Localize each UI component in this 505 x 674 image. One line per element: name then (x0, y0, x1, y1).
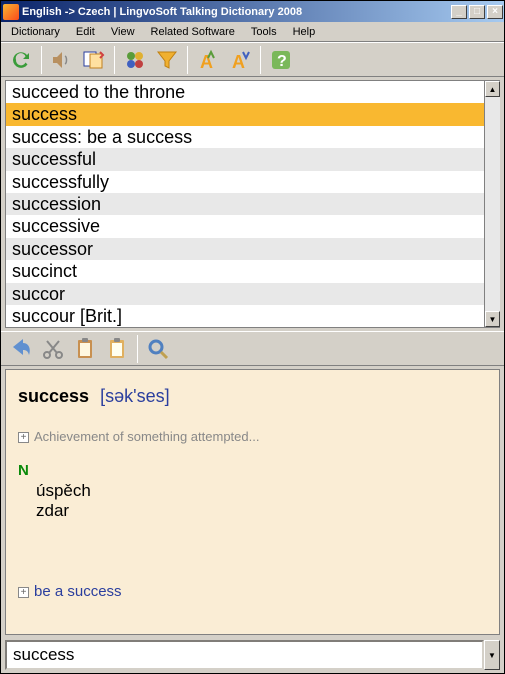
word-list-item[interactable]: succor (6, 283, 484, 305)
font-up-icon: A (196, 48, 220, 72)
search-button[interactable] (142, 334, 174, 364)
search-area: ▼ (5, 640, 500, 670)
word-list: succeed to the thronesuccesssuccess: be … (5, 80, 500, 328)
cut-button[interactable] (37, 334, 69, 364)
word-list-item[interactable]: successful (6, 148, 484, 170)
phonetic: [sək'ses] (100, 386, 169, 406)
word-list-item[interactable]: succession (6, 193, 484, 215)
maximize-button[interactable]: □ (469, 5, 485, 19)
back-arrow-icon (9, 337, 33, 361)
refresh-icon (9, 48, 33, 72)
close-button[interactable]: × (487, 5, 503, 19)
translate-button[interactable] (78, 45, 110, 75)
word-list-item[interactable]: succeed to the throne (6, 81, 484, 103)
toolbar-divider (41, 46, 42, 74)
detail-toolbar (1, 331, 504, 366)
menu-related-software[interactable]: Related Software (143, 24, 243, 40)
funnel-icon (155, 48, 179, 72)
word-list-item[interactable]: success (6, 103, 484, 125)
translate-icon (82, 48, 106, 72)
headword: success (18, 386, 89, 406)
paste-button[interactable] (101, 334, 133, 364)
speak-button[interactable] (46, 45, 78, 75)
search-icon (146, 337, 170, 361)
translation: zdar (36, 501, 487, 521)
filter-button[interactable] (151, 45, 183, 75)
font-decrease-button[interactable]: A (224, 45, 256, 75)
toolbar-divider (137, 335, 138, 363)
help-icon: ? (269, 48, 293, 72)
toolbar-divider (187, 46, 188, 74)
menu-help[interactable]: Help (285, 24, 324, 40)
word-list-item[interactable]: succinct (6, 260, 484, 282)
word-list-item[interactable]: successfully (6, 171, 484, 193)
search-dropdown-button[interactable]: ▼ (484, 640, 500, 670)
word-list-scrollbar[interactable]: ▲ ▼ (484, 81, 500, 327)
minimize-button[interactable]: _ (451, 5, 467, 19)
refresh-button[interactable] (5, 45, 37, 75)
word-list-item[interactable]: successive (6, 215, 484, 237)
word-list-items: succeed to the thronesuccesssuccess: be … (6, 81, 484, 327)
word-list-item[interactable]: successor (6, 238, 484, 260)
toolbar-divider (114, 46, 115, 74)
menu-dictionary[interactable]: Dictionary (3, 24, 68, 40)
scroll-track[interactable] (485, 97, 500, 311)
search-input[interactable] (5, 640, 484, 670)
menubar: Dictionary Edit View Related Software To… (1, 22, 504, 42)
entry-detail-pane: success [sək'ses] + Achievement of someth… (5, 369, 500, 635)
part-of-speech: N (18, 462, 487, 479)
titlebar-text: English -> Czech | LingvoSoft Talking Di… (22, 6, 450, 18)
clipboard-icon (73, 337, 97, 361)
related-link[interactable]: be a success (34, 583, 122, 600)
word-list-item[interactable]: succour [Brit.] (6, 305, 484, 327)
titlebar: English -> Czech | LingvoSoft Talking Di… (1, 1, 504, 22)
font-down-icon: A (228, 48, 252, 72)
back-button[interactable] (5, 334, 37, 364)
help-button[interactable]: ? (265, 45, 297, 75)
app-icon (3, 4, 19, 20)
expand-definition-button[interactable]: + (18, 432, 29, 443)
scissors-icon (41, 337, 65, 361)
main-toolbar: A A ? (1, 42, 504, 77)
svg-text:A: A (200, 52, 213, 72)
menu-view[interactable]: View (103, 24, 143, 40)
scroll-up-button[interactable]: ▲ (485, 81, 500, 97)
speaker-icon (50, 48, 74, 72)
toolbar-divider (260, 46, 261, 74)
svg-text:A: A (232, 52, 245, 72)
word-list-item[interactable]: success: be a success (6, 126, 484, 148)
clipboard-paste-icon (105, 337, 129, 361)
translation: úspěch (36, 481, 487, 501)
menu-edit[interactable]: Edit (68, 24, 103, 40)
copy-button[interactable] (69, 334, 101, 364)
expand-related-button[interactable]: + (18, 587, 29, 598)
definition-text: Achievement of something attempted... (34, 429, 259, 444)
clover-icon (123, 48, 147, 72)
language-button[interactable] (119, 45, 151, 75)
scroll-down-button[interactable]: ▼ (485, 311, 500, 327)
menu-tools[interactable]: Tools (243, 24, 285, 40)
svg-text:?: ? (277, 53, 287, 70)
font-increase-button[interactable]: A (192, 45, 224, 75)
